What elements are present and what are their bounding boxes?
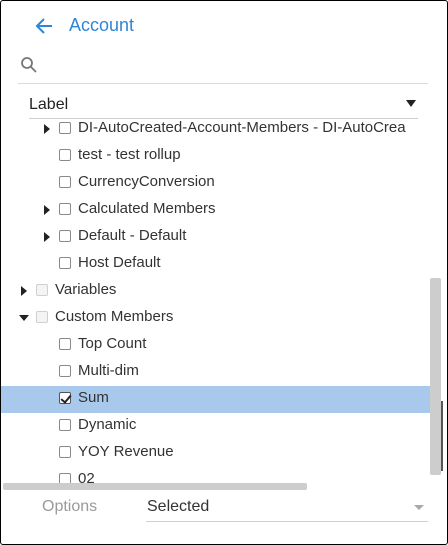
tree-row-label: CurrencyConversion — [78, 173, 215, 190]
tree-row-checkbox — [36, 284, 48, 296]
tree-row[interactable]: Multi-dim — [1, 359, 431, 386]
label-dropdown[interactable]: Label — [29, 93, 418, 119]
panel-header: Account — [1, 1, 447, 51]
tree-row-label: Default - Default — [78, 227, 187, 244]
label-dropdown-value: Label — [29, 96, 69, 113]
options-label: Options — [42, 498, 98, 515]
tree-row[interactable]: CurrencyConversion — [1, 170, 431, 197]
tree-row-label: Host Default — [78, 254, 161, 271]
chevron-down-icon — [406, 100, 416, 107]
options-dropdown[interactable]: Selected — [146, 495, 428, 522]
tree-row-checkbox[interactable] — [59, 392, 71, 404]
member-tree: DI-AutoCreated-Account-Members - DI-Auto… — [1, 119, 447, 484]
tree-row[interactable]: Default - Default — [1, 224, 431, 251]
tree-row[interactable]: Calculated Members — [1, 197, 431, 224]
tree-row-label: Custom Members — [55, 308, 174, 325]
tree-row-checkbox[interactable] — [59, 365, 71, 377]
tree-row[interactable]: Host Default — [1, 251, 431, 278]
tree-row-checkbox[interactable] — [59, 338, 71, 350]
tree-row[interactable]: 02 — [1, 467, 431, 484]
account-panel: Account Label DI-AutoCreated-Account-Mem… — [0, 0, 448, 545]
search-underline — [18, 83, 428, 84]
tree-row-label: 02 — [78, 470, 95, 484]
tree-row-label: Top Count — [78, 335, 147, 352]
tree-row-label: Multi-dim — [78, 362, 139, 379]
tree-row-checkbox — [36, 311, 48, 323]
tree-row-label: test - test rollup — [78, 146, 181, 163]
tree-row-checkbox[interactable] — [59, 257, 71, 269]
tree-row-checkbox[interactable] — [59, 203, 71, 215]
tree-row-label: DI-AutoCreated-Account-Members - DI-Auto… — [78, 119, 406, 136]
panel-edge — [441, 401, 443, 471]
caret-down-icon[interactable] — [19, 315, 29, 321]
back-arrow-icon[interactable] — [34, 15, 54, 37]
tree-row[interactable]: Sum — [1, 386, 431, 413]
options-dropdown-value: Selected — [147, 498, 210, 515]
vertical-scrollbar[interactable] — [430, 278, 441, 475]
tree-row-checkbox[interactable] — [59, 230, 71, 242]
caret-right-icon[interactable] — [44, 124, 50, 134]
caret-right-icon[interactable] — [44, 232, 50, 242]
tree-row[interactable]: test - test rollup — [1, 143, 431, 170]
page-title: Account — [69, 15, 135, 35]
search-icon — [21, 57, 37, 73]
search-input[interactable] — [45, 54, 429, 80]
tree-row-checkbox[interactable] — [59, 149, 71, 161]
tree-row[interactable]: YOY Revenue — [1, 440, 431, 467]
caret-right-icon[interactable] — [21, 286, 27, 296]
caret-right-icon[interactable] — [44, 205, 50, 215]
tree-row-label: Calculated Members — [78, 200, 216, 217]
tree-row-label: Variables — [55, 281, 117, 298]
chevron-down-icon — [414, 505, 424, 510]
tree-row[interactable]: DI-AutoCreated-Account-Members - DI-Auto… — [1, 119, 431, 143]
tree-row-checkbox[interactable] — [59, 122, 71, 134]
tree-row-checkbox[interactable] — [59, 176, 71, 188]
tree-row[interactable]: Top Count — [1, 332, 431, 359]
tree-row[interactable]: Dynamic — [1, 413, 431, 440]
tree-row-label: YOY Revenue — [78, 443, 174, 460]
horizontal-scrollbar[interactable] — [3, 483, 307, 490]
tree-row-checkbox[interactable] — [59, 419, 71, 431]
tree-row[interactable]: Custom Members — [1, 305, 431, 332]
tree-row[interactable]: Variables — [1, 278, 431, 305]
tree-row-label: Dynamic — [78, 416, 137, 433]
tree-row-checkbox[interactable] — [59, 446, 71, 458]
tree-row-label: Sum — [78, 389, 109, 406]
